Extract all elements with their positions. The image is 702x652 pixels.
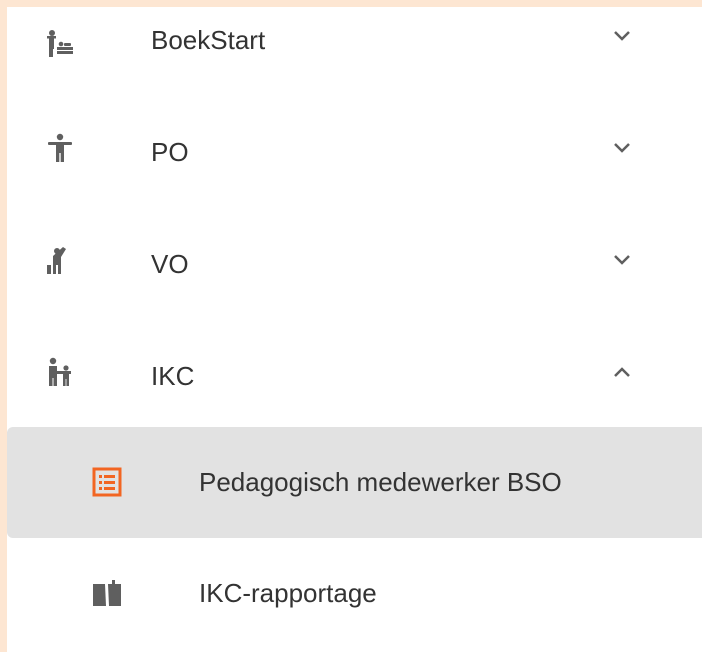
menu-item-po[interactable]: PO xyxy=(7,93,702,205)
submenu-item-label: IKC-rapportage xyxy=(199,578,377,608)
chevron-down-icon[interactable] xyxy=(611,25,633,47)
menu-item-label: VO xyxy=(151,249,189,279)
menu-item-label: IKC xyxy=(151,361,195,391)
child-icon xyxy=(48,133,72,162)
chevron-down-icon[interactable] xyxy=(611,249,633,271)
baby-changing-icon xyxy=(47,30,73,57)
menu-item-label: PO xyxy=(151,137,189,167)
book-open-icon xyxy=(93,580,121,606)
chevron-up-icon[interactable] xyxy=(611,361,633,383)
menu-item-ikc[interactable]: IKC xyxy=(7,317,702,429)
menu-item-label: BoekStart xyxy=(151,25,266,55)
submenu-item-pedagogisch-medewerker-bso[interactable]: Pedagogisch medewerker BSO xyxy=(7,427,702,538)
sidebar-menu: BoekStart PO VO IKC Pedagogisch medewerk… xyxy=(7,7,702,652)
menu-item-boekstart[interactable]: BoekStart xyxy=(7,0,702,93)
submenu-item-label: Pedagogisch medewerker BSO xyxy=(199,467,562,497)
window-frame-left xyxy=(0,0,7,652)
student-waving-icon xyxy=(47,247,66,274)
submenu-item-ikc-rapportage[interactable]: IKC-rapportage xyxy=(7,538,702,649)
list-icon xyxy=(92,467,122,497)
chevron-down-icon[interactable] xyxy=(611,137,633,159)
menu-item-vo[interactable]: VO xyxy=(7,205,702,317)
parent-child-icon xyxy=(49,357,71,386)
